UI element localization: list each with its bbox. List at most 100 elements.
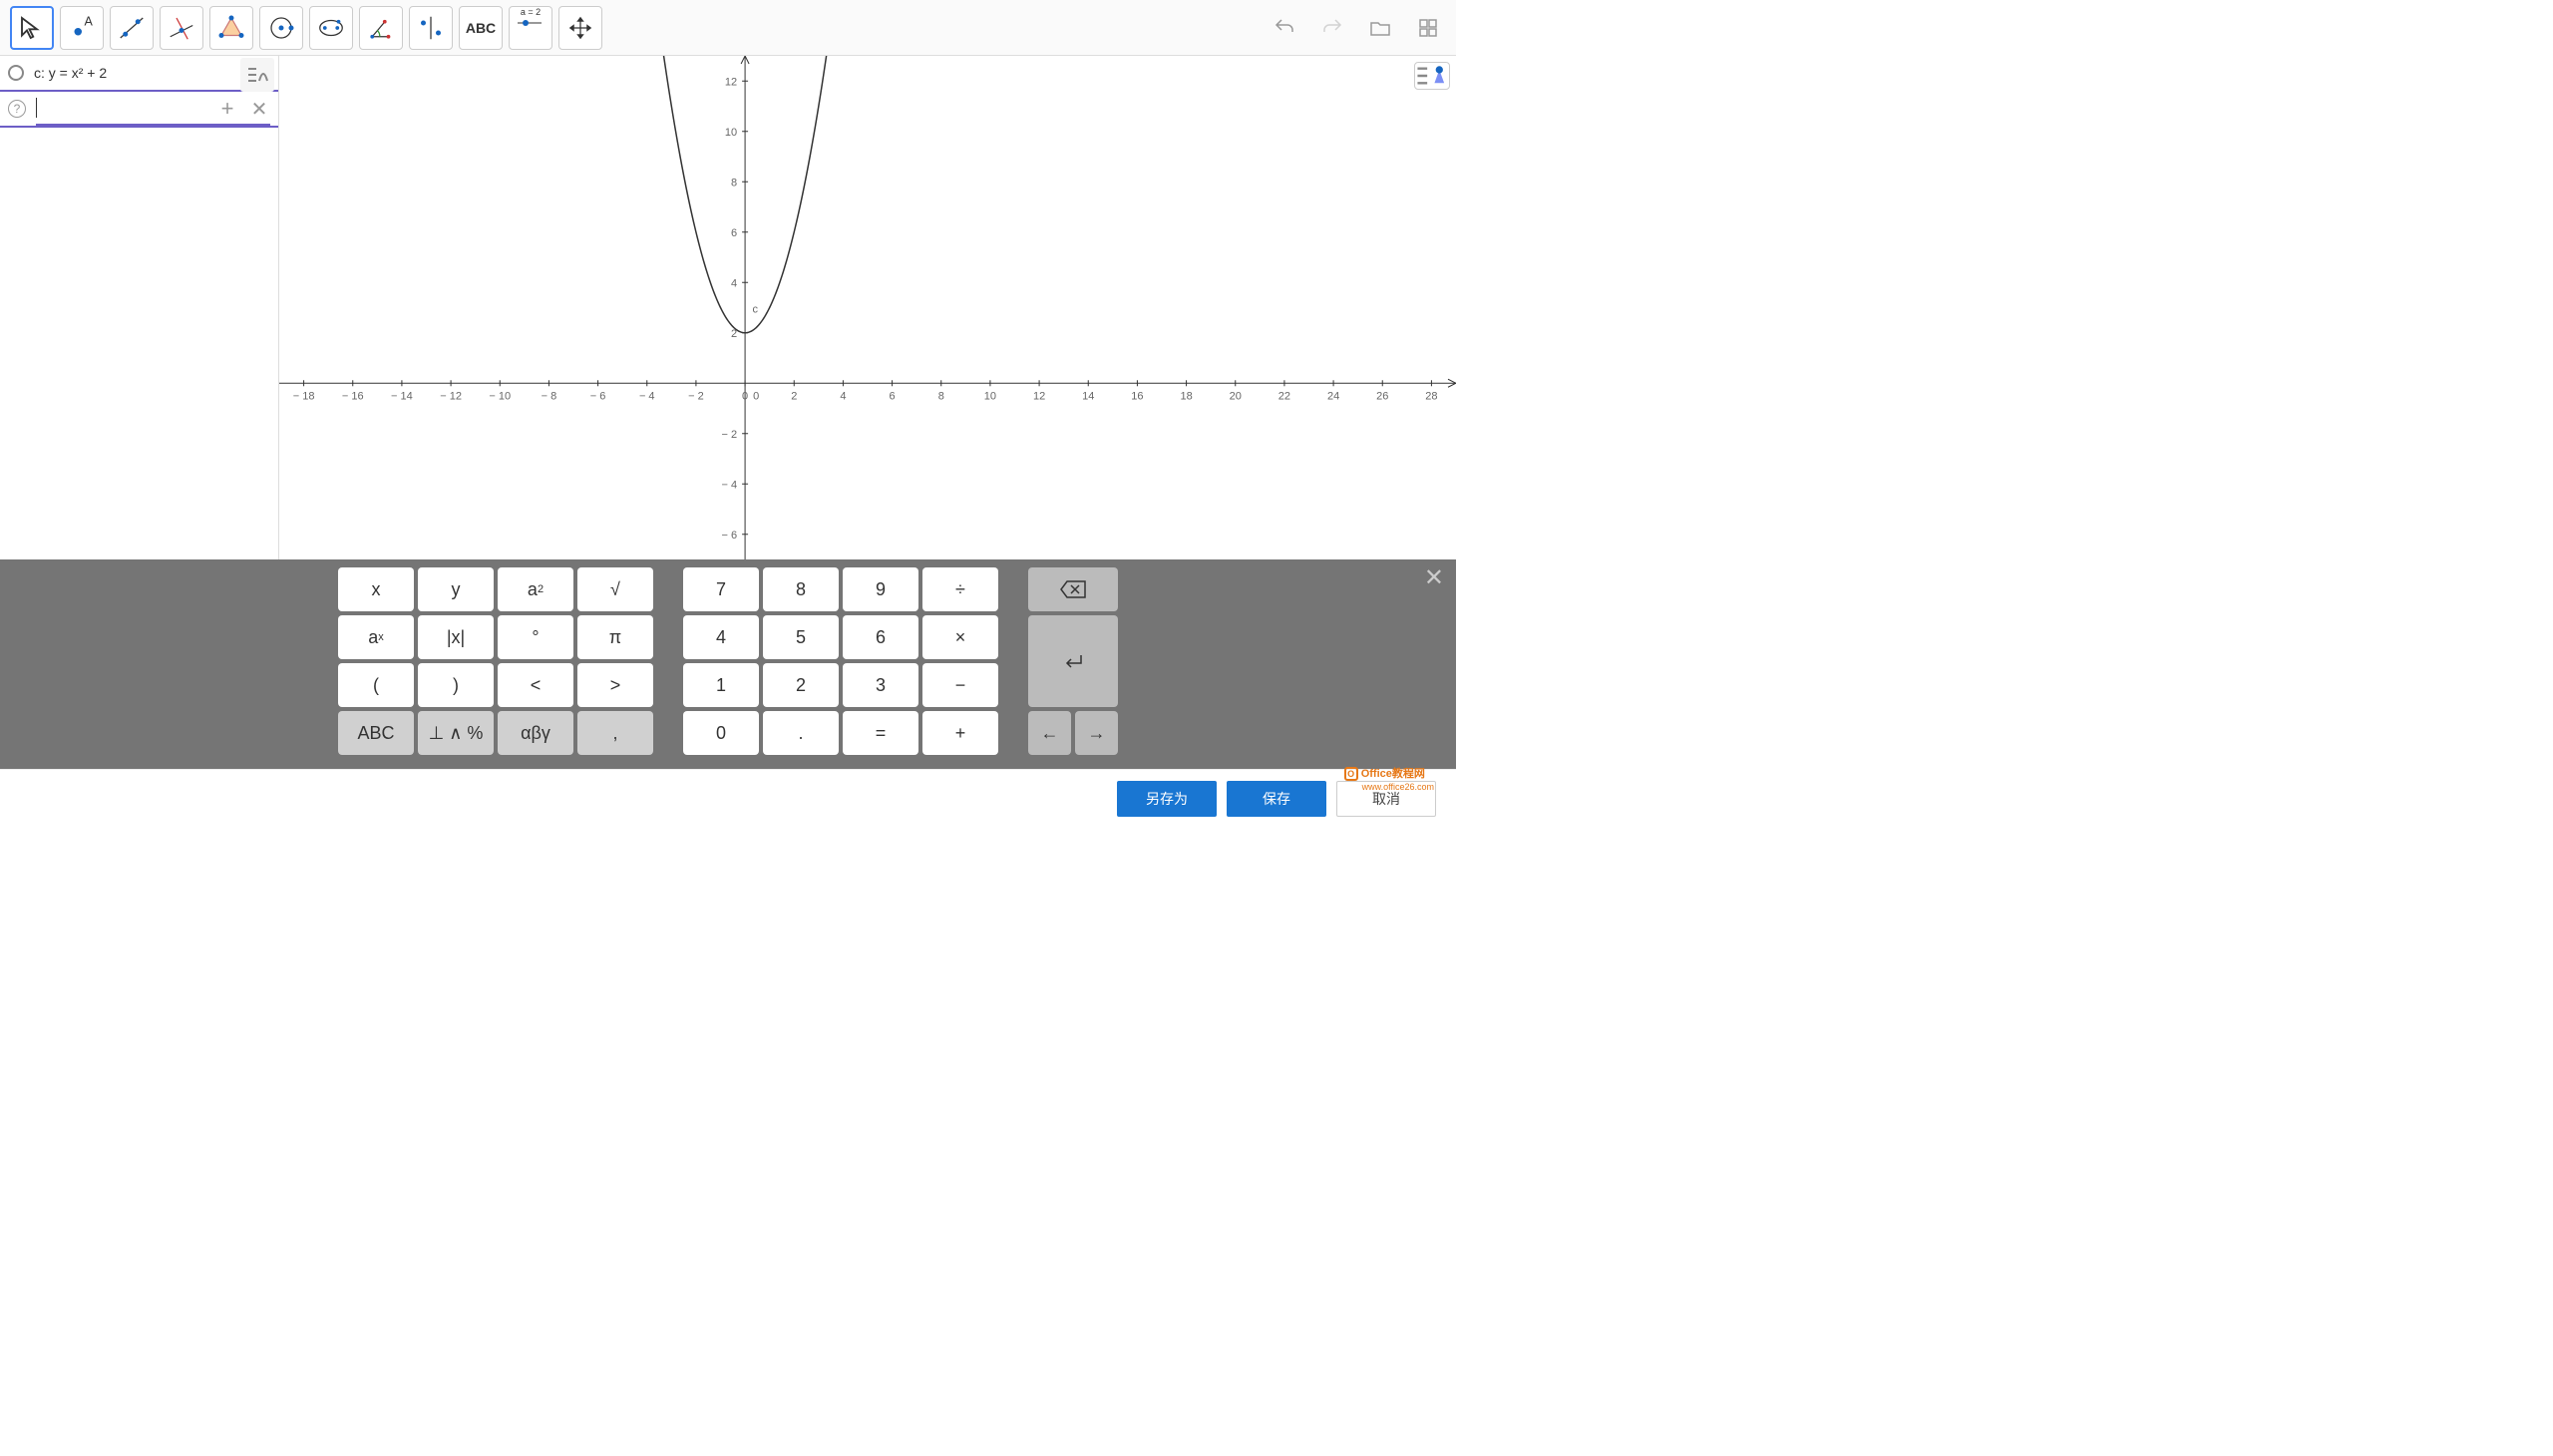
svg-text:0: 0 [753, 390, 759, 402]
close-icon[interactable]: ✕ [244, 94, 274, 124]
redo-button[interactable] [1314, 10, 1350, 46]
key-left[interactable]: ← [1028, 711, 1071, 755]
key-=[interactable]: = [843, 711, 918, 755]
svg-text:− 6: − 6 [721, 530, 737, 542]
svg-text:− 8: − 8 [542, 390, 557, 402]
key-4[interactable]: 4 [683, 615, 759, 659]
key-3[interactable]: 3 [843, 663, 918, 707]
main-area: c: y = x² + 2 ? + ✕ − 18 − 16 − 14 − 12 − 10… [0, 56, 1456, 559]
key-enter[interactable] [1028, 615, 1118, 707]
svg-text:2: 2 [791, 390, 797, 402]
key->[interactable]: > [577, 663, 653, 707]
algebra-item[interactable]: c: y = x² + 2 [0, 56, 278, 92]
key-y[interactable]: y [418, 567, 494, 611]
toggle-view-icon[interactable] [242, 60, 272, 90]
tool-perpendicular[interactable] [160, 6, 203, 50]
key-,[interactable]: , [577, 711, 653, 755]
key-+[interactable]: + [922, 711, 998, 755]
svg-text:20: 20 [1230, 390, 1242, 402]
undo-button[interactable] [1267, 10, 1302, 46]
svg-text:18: 18 [1180, 390, 1192, 402]
key-.[interactable]: . [763, 711, 839, 755]
key-÷[interactable]: ÷ [922, 567, 998, 611]
key-6[interactable]: 6 [843, 615, 918, 659]
tool-move-view[interactable] [558, 6, 602, 50]
save-as-button[interactable]: 另存为 [1117, 781, 1217, 817]
style-bar-button[interactable] [1414, 62, 1450, 90]
toolbar: A ABC a = 2 [0, 0, 1456, 56]
svg-text:28: 28 [1425, 390, 1437, 402]
key-)[interactable]: ) [418, 663, 494, 707]
svg-text:0: 0 [742, 390, 748, 402]
key-right[interactable]: → [1075, 711, 1118, 755]
key-π[interactable]: π [577, 615, 653, 659]
key-αβγ[interactable]: αβγ [498, 711, 573, 755]
svg-text:26: 26 [1376, 390, 1388, 402]
tool-polygon[interactable] [209, 6, 253, 50]
svg-text:− 16: − 16 [342, 390, 364, 402]
svg-text:14: 14 [1082, 390, 1094, 402]
file-button[interactable] [1362, 10, 1398, 46]
tool-move[interactable] [10, 6, 54, 50]
svg-text:6: 6 [890, 390, 896, 402]
svg-text:10: 10 [984, 390, 996, 402]
key-backspace[interactable] [1028, 567, 1118, 611]
help-icon[interactable]: ? [8, 100, 26, 118]
tool-ellipse[interactable] [309, 6, 353, 50]
algebra-panel: c: y = x² + 2 ? + ✕ [0, 56, 279, 559]
svg-text:− 2: − 2 [721, 429, 737, 441]
key-8[interactable]: 8 [763, 567, 839, 611]
key-1[interactable]: 1 [683, 663, 759, 707]
key-7[interactable]: 7 [683, 567, 759, 611]
key-a²[interactable]: a2 [498, 567, 573, 611]
key-−[interactable]: − [922, 663, 998, 707]
svg-text:− 4: − 4 [639, 390, 655, 402]
graphics-view[interactable]: − 18− 16− 14− 12− 10− 8− 6− 4− 202468101… [279, 56, 1456, 559]
svg-text:− 4: − 4 [721, 479, 737, 491]
svg-text:12: 12 [1033, 390, 1045, 402]
algebra-item-label: c: y = x² + 2 [34, 65, 270, 81]
key-√[interactable]: √ [577, 567, 653, 611]
svg-text:4: 4 [731, 277, 737, 289]
svg-text:− 18: − 18 [293, 390, 315, 402]
tool-line[interactable] [110, 6, 154, 50]
key-⊥ ∧ %[interactable]: ⊥ ∧ % [418, 711, 494, 755]
keyboard-close-icon[interactable]: ✕ [1424, 563, 1444, 592]
tool-angle[interactable] [359, 6, 403, 50]
svg-text:8: 8 [938, 390, 944, 402]
svg-text:24: 24 [1327, 390, 1339, 402]
save-button[interactable]: 保存 [1227, 781, 1326, 817]
svg-text:− 12: − 12 [440, 390, 462, 402]
tool-point[interactable]: A [60, 6, 104, 50]
tool-slider[interactable]: a = 2 [509, 6, 552, 50]
key-([interactable]: ( [338, 663, 414, 707]
key-aˣ[interactable]: ax [338, 615, 414, 659]
key-0[interactable]: 0 [683, 711, 759, 755]
svg-text:c: c [752, 304, 758, 316]
svg-text:4: 4 [840, 390, 846, 402]
key-ABC[interactable]: ABC [338, 711, 414, 755]
svg-text:− 10: − 10 [489, 390, 511, 402]
key-5[interactable]: 5 [763, 615, 839, 659]
key-°[interactable]: ° [498, 615, 573, 659]
svg-text:− 6: − 6 [590, 390, 606, 402]
svg-text:− 2: − 2 [688, 390, 704, 402]
key-2[interactable]: 2 [763, 663, 839, 707]
add-icon[interactable]: + [212, 94, 242, 124]
svg-text:− 14: − 14 [391, 390, 413, 402]
key-<[interactable]: < [498, 663, 573, 707]
watermark: O Office教程网 www.office26.com [1344, 765, 1434, 793]
key-×[interactable]: × [922, 615, 998, 659]
key-|x|[interactable]: |x| [418, 615, 494, 659]
tool-transform[interactable] [409, 6, 453, 50]
svg-text:22: 22 [1278, 390, 1290, 402]
menu-button[interactable] [1410, 10, 1446, 46]
svg-text:16: 16 [1131, 390, 1143, 402]
visibility-toggle[interactable] [8, 65, 24, 81]
key-x[interactable]: x [338, 567, 414, 611]
svg-text:8: 8 [731, 177, 737, 188]
svg-text:6: 6 [731, 227, 737, 239]
tool-text[interactable]: ABC [459, 6, 503, 50]
key-9[interactable]: 9 [843, 567, 918, 611]
tool-circle[interactable] [259, 6, 303, 50]
